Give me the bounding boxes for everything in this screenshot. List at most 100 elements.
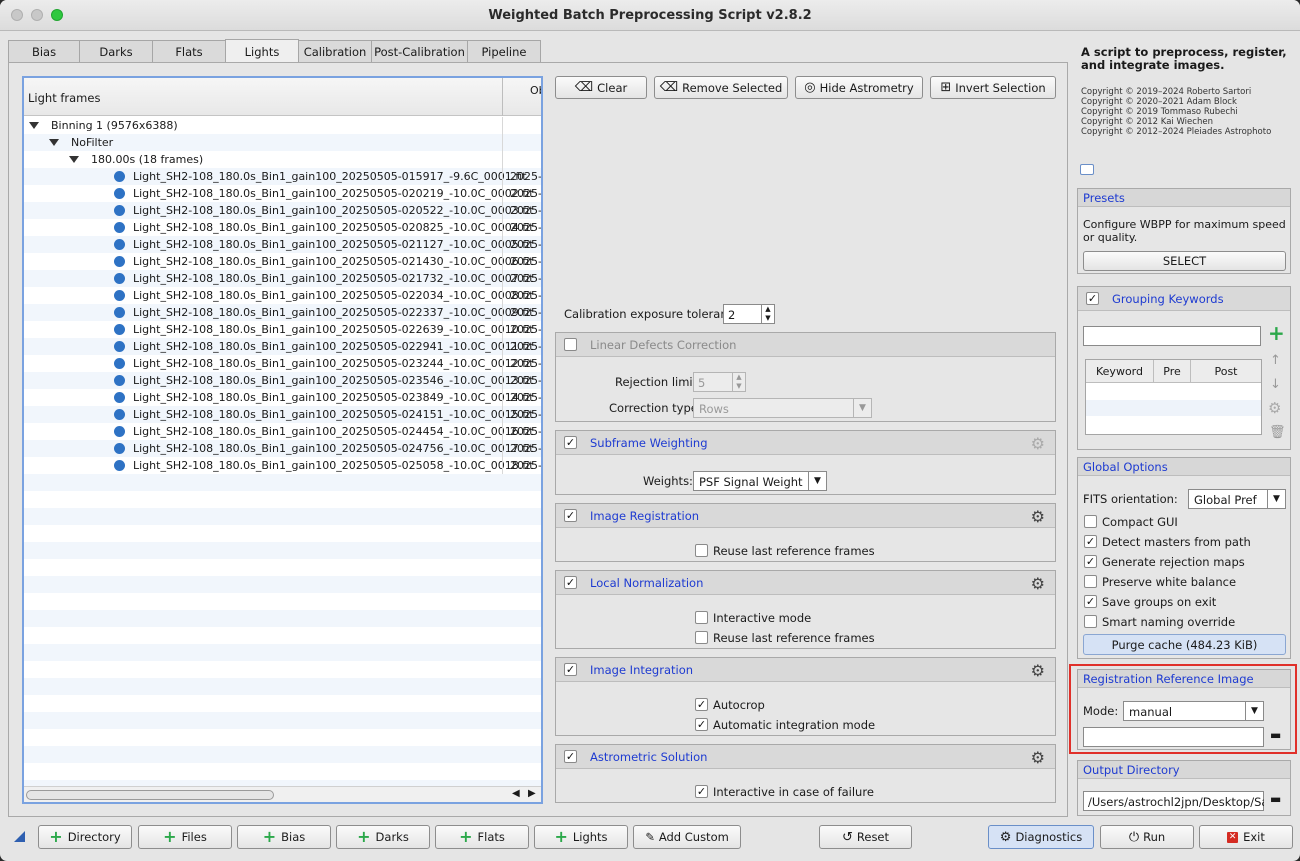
frame-enabled-icon[interactable] [114,460,125,471]
add-bias-button[interactable]: + Bias [237,825,331,849]
spinner-arrows-icon[interactable]: ▲ ▼ [761,305,774,323]
frame-enabled-icon[interactable] [114,256,125,267]
image-integration-checkbox[interactable]: ✓ [564,663,577,676]
frame-enabled-icon[interactable] [114,324,125,335]
tab-pipeline[interactable]: Pipeline [467,40,541,63]
add-directory-button[interactable]: + Directory [38,825,132,849]
run-button[interactable]: ⏻ Run [1100,825,1194,849]
frame-enabled-icon[interactable] [114,273,125,284]
tree-row-file[interactable]: Light_SH2-108_180.0s_Bin1_gain100_202505… [24,321,541,338]
tree-row-file[interactable]: Light_SH2-108_180.0s_Bin1_gain100_202505… [24,457,541,474]
linear-defects-checkbox[interactable] [564,338,577,351]
frame-enabled-icon[interactable] [114,290,125,301]
gear-icon[interactable]: ⚙ [1268,399,1281,417]
frame-enabled-icon[interactable] [114,171,125,182]
tree-row-file[interactable]: Light_SH2-108_180.0s_Bin1_gain100_202505… [24,338,541,355]
frame-enabled-icon[interactable] [114,239,125,250]
tab-lights[interactable]: Lights [225,39,299,63]
frame-enabled-icon[interactable] [114,426,125,437]
tree-row-file[interactable]: Light_SH2-108_180.0s_Bin1_gain100_202505… [24,423,541,440]
tree-row-file[interactable]: Light_SH2-108_180.0s_Bin1_gain100_202505… [24,440,541,457]
tab-calibration[interactable]: Calibration [298,40,372,63]
frame-enabled-icon[interactable] [114,307,125,318]
tree-row-file[interactable]: Light_SH2-108_180.0s_Bin1_gain100_202505… [24,236,541,253]
frame-enabled-icon[interactable] [114,358,125,369]
frame-enabled-icon[interactable] [114,375,125,386]
add-flats-button[interactable]: + Flats [435,825,529,849]
chat-bubble-icon[interactable] [1080,164,1094,175]
subframe-weighting-checkbox[interactable]: ✓ [564,436,577,449]
clear-button[interactable]: ⌫ Clear [555,76,647,99]
tree-row-file[interactable]: Light_SH2-108_180.0s_Bin1_gain100_202505… [24,287,541,304]
smart-naming-checkbox[interactable] [1084,615,1097,628]
gear-icon[interactable]: ⚙ [1031,574,1045,593]
tab-post-calibration[interactable]: Post-Calibration [371,40,468,63]
tab-flats[interactable]: Flats [152,40,226,63]
expand-triangle-icon[interactable] [29,122,39,129]
frame-enabled-icon[interactable] [114,205,125,216]
preserve-white-balance-checkbox[interactable] [1084,575,1097,588]
light-frames-tree[interactable]: Light frames Ob Binning 1 (9576x6388) No… [22,76,543,804]
add-custom-button[interactable]: ✎ Add Custom [633,825,741,849]
folder-icon[interactable]: ▬ [1270,792,1281,806]
automatic-integration-checkbox[interactable]: ✓ [695,718,708,731]
tab-bias[interactable]: Bias [8,40,80,63]
weights-select[interactable]: PSF Signal Weight ▼ [693,471,827,491]
resize-corner-icon[interactable] [14,831,25,842]
tree-row-file[interactable]: Light_SH2-108_180.0s_Bin1_gain100_202505… [24,168,541,185]
diagnostics-button[interactable]: ⚙ Diagnostics [988,825,1094,849]
fits-orientation-select[interactable]: Global Pref ▼ [1188,489,1286,509]
tree-row-file[interactable]: Light_SH2-108_180.0s_Bin1_gain100_202505… [24,253,541,270]
rejection-limit-spinner[interactable]: 5 ▲ ▼ [693,372,746,392]
calibration-tolerance-spinner[interactable]: 2 ▲ ▼ [723,304,775,324]
scroll-right-icon[interactable]: ▶ [528,788,536,799]
expand-triangle-icon[interactable] [69,156,79,163]
keyword-input[interactable] [1083,326,1261,346]
remove-selected-button[interactable]: ⌫ Remove Selected [654,76,788,99]
tree-row-exposure[interactable]: 180.00s (18 frames) [24,151,541,168]
autocrop-checkbox[interactable]: ✓ [695,698,708,711]
exit-button[interactable]: ✕ Exit [1199,825,1293,849]
scrollbar-thumb[interactable] [26,790,274,800]
grouping-keywords-checkbox[interactable]: ✓ [1086,292,1099,305]
hide-astrometry-button[interactable]: ◎ Hide Astrometry [795,76,923,99]
tree-row-binning[interactable]: Binning 1 (9576x6388) [24,117,541,134]
compact-gui-checkbox[interactable] [1084,515,1097,528]
expand-triangle-icon[interactable] [49,139,59,146]
tree-row-file[interactable]: Light_SH2-108_180.0s_Bin1_gain100_202505… [24,270,541,287]
output-directory-input[interactable]: /Users/astrochl2jpn/Desktop/Sadr [1083,791,1264,811]
gear-icon[interactable]: ⚙ [1031,748,1045,767]
frame-enabled-icon[interactable] [114,222,125,233]
scroll-left-icon[interactable]: ◀ [512,788,520,799]
add-darks-button[interactable]: + Darks [336,825,430,849]
invert-selection-button[interactable]: ⊞ Invert Selection [930,76,1056,99]
local-normalization-checkbox[interactable]: ✓ [564,576,577,589]
ln-reuse-reference-checkbox[interactable] [695,631,708,644]
detect-masters-checkbox[interactable]: ✓ [1084,535,1097,548]
reuse-reference-checkbox[interactable] [695,544,708,557]
astrometric-solution-checkbox[interactable]: ✓ [564,750,577,763]
correction-type-select[interactable]: Rows ▼ [693,398,872,418]
frame-enabled-icon[interactable] [114,443,125,454]
move-up-icon[interactable]: ↑ [1270,353,1281,368]
move-down-icon[interactable]: ↓ [1270,377,1281,392]
tree-row-file[interactable]: Light_SH2-108_180.0s_Bin1_gain100_202505… [24,355,541,372]
add-lights-button[interactable]: + Lights [534,825,628,849]
tab-darks[interactable]: Darks [79,40,153,63]
keywords-table[interactable]: Keyword Pre Post [1085,359,1262,435]
frame-enabled-icon[interactable] [114,392,125,403]
spinner-arrows-icon[interactable]: ▲ ▼ [732,373,745,391]
gear-icon[interactable]: ⚙ [1031,507,1045,526]
add-files-button[interactable]: + Files [138,825,232,849]
interactive-mode-checkbox[interactable] [695,611,708,624]
tree-row-file[interactable]: Light_SH2-108_180.0s_Bin1_gain100_202505… [24,185,541,202]
presets-select-button[interactable]: SELECT [1083,251,1286,271]
gear-icon[interactable]: ⚙ [1031,661,1045,680]
horizontal-scrollbar[interactable]: ◀ ▶ [24,786,541,802]
image-registration-checkbox[interactable]: ✓ [564,509,577,522]
tree-row-filter[interactable]: NoFilter [24,134,541,151]
tree-row-file[interactable]: Light_SH2-108_180.0s_Bin1_gain100_202505… [24,304,541,321]
save-groups-checkbox[interactable]: ✓ [1084,595,1097,608]
tree-row-file[interactable]: Light_SH2-108_180.0s_Bin1_gain100_202505… [24,389,541,406]
rejection-maps-checkbox[interactable]: ✓ [1084,555,1097,568]
